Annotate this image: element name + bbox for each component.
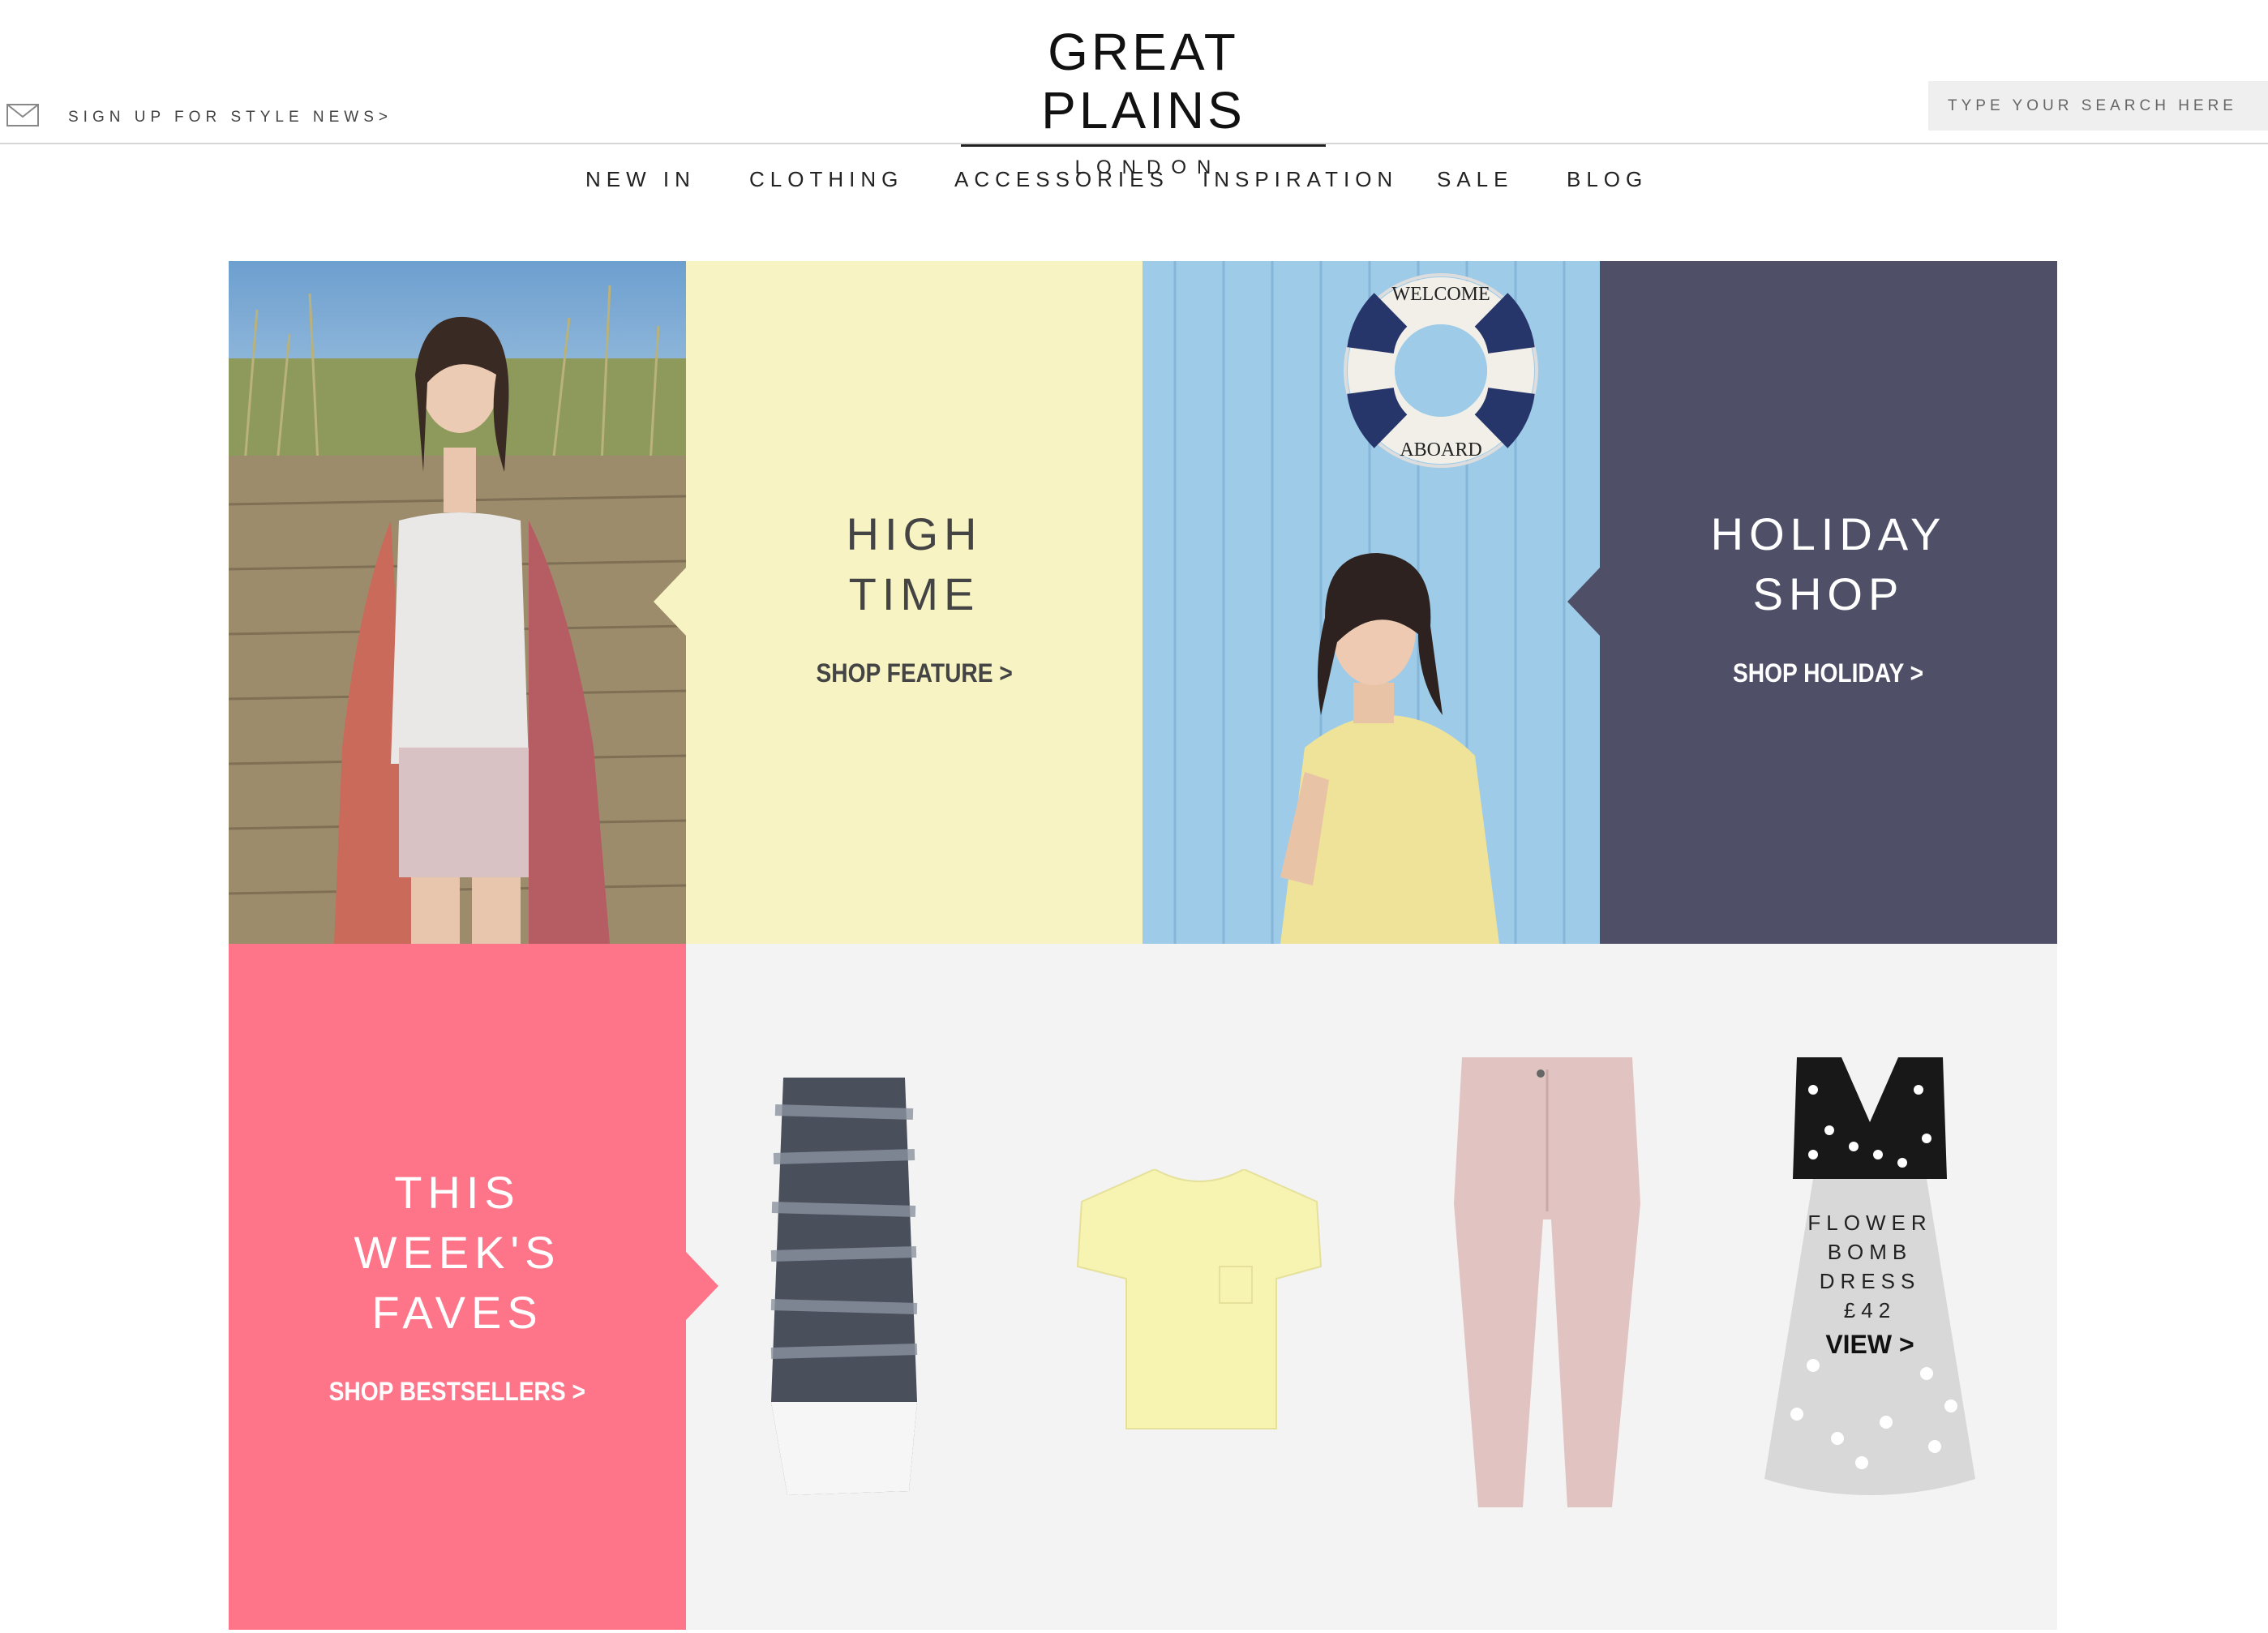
holiday-model-photo[interactable]: WELCOME ABOARD	[1143, 261, 1600, 944]
product-strip: FLOWER BOMB DRESS £42 VIEW >	[686, 944, 2057, 1630]
yellow-tee-image[interactable]	[1074, 1169, 1325, 1437]
beach-model-image	[229, 261, 686, 944]
holiday-shop-promo[interactable]: HOLIDAY SHOP SHOP HOLIDAY >	[1567, 261, 2057, 944]
beach-model-photo[interactable]	[229, 261, 686, 944]
shop-bestsellers-link[interactable]: SHOP BESTSELLERS >	[329, 1377, 585, 1407]
product-price: £42	[1843, 1298, 1897, 1322]
holiday-title-line1: HOLIDAY	[1710, 508, 1947, 559]
weekly-faves-promo[interactable]: THIS WEEK'S FAVES SHOP BESTSELLERS >	[229, 944, 718, 1630]
nav-item-sale[interactable]: SALE	[1437, 167, 1514, 192]
lifebuoy-text-top: WELCOME	[1391, 284, 1490, 305]
product-name-line3: DRESS	[1819, 1269, 1921, 1293]
faves-title-line1: THIS	[394, 1167, 521, 1218]
envelope-icon	[6, 104, 39, 131]
holiday-model-image: WELCOME ABOARD	[1143, 261, 1600, 944]
faves-title-line2: WEEK'S	[354, 1227, 561, 1278]
search-input[interactable]	[1928, 81, 2268, 131]
signup-label: SIGN UP FOR STYLE NEWS>	[68, 108, 393, 126]
product-info: FLOWER BOMB DRESS £42 VIEW >	[1764, 1208, 1975, 1360]
nav-item-accessories[interactable]: ACCESSORIES	[954, 167, 1169, 192]
pink-jeans-image[interactable]	[1450, 1057, 1644, 1511]
nav-item-new-in[interactable]: NEW IN	[585, 167, 696, 192]
notch-arrow	[1567, 568, 1600, 636]
lifebuoy-text-bottom: ABOARD	[1400, 439, 1481, 461]
faves-title-line3: FAVES	[371, 1287, 543, 1338]
notch-arrow	[654, 568, 686, 636]
nav-item-blog[interactable]: BLOG	[1567, 167, 1648, 192]
notch-arrow	[686, 1252, 718, 1320]
main-nav: NEW IN CLOTHING ACCESSORIES INSPIRATION …	[0, 144, 2268, 209]
product-name-line2: BOMB	[1827, 1240, 1913, 1264]
high-time-title-line1: HIGH	[846, 508, 983, 559]
faves-text: THIS WEEK'S FAVES SHOP BESTSELLERS >	[229, 1163, 686, 1407]
high-time-promo[interactable]: HIGH TIME SHOP FEATURE >	[654, 261, 1143, 944]
holiday-title-line2: SHOP	[1752, 568, 1905, 619]
holiday-shop-text: HOLIDAY SHOP SHOP HOLIDAY >	[1600, 504, 2057, 688]
high-time-text: HIGH TIME SHOP FEATURE >	[686, 504, 1143, 688]
high-time-title-line2: TIME	[848, 568, 980, 619]
product-name-line1: FLOWER	[1807, 1211, 1932, 1235]
shop-holiday-link[interactable]: SHOP HOLIDAY >	[1733, 658, 1923, 688]
brand-name: GREAT PLAINS	[961, 23, 1326, 147]
style-news-signup[interactable]: SIGN UP FOR STYLE NEWS>	[6, 104, 392, 131]
nav-item-inspiration[interactable]: INSPIRATION	[1203, 167, 1398, 192]
tie-dye-skirt-image[interactable]	[767, 1078, 921, 1499]
nav-item-clothing[interactable]: CLOTHING	[749, 167, 903, 192]
shop-feature-link[interactable]: SHOP FEATURE >	[816, 658, 1012, 688]
view-product-link[interactable]: VIEW >	[1764, 1330, 1975, 1360]
lifebuoy-icon: WELCOME ABOARD	[1344, 273, 1538, 468]
